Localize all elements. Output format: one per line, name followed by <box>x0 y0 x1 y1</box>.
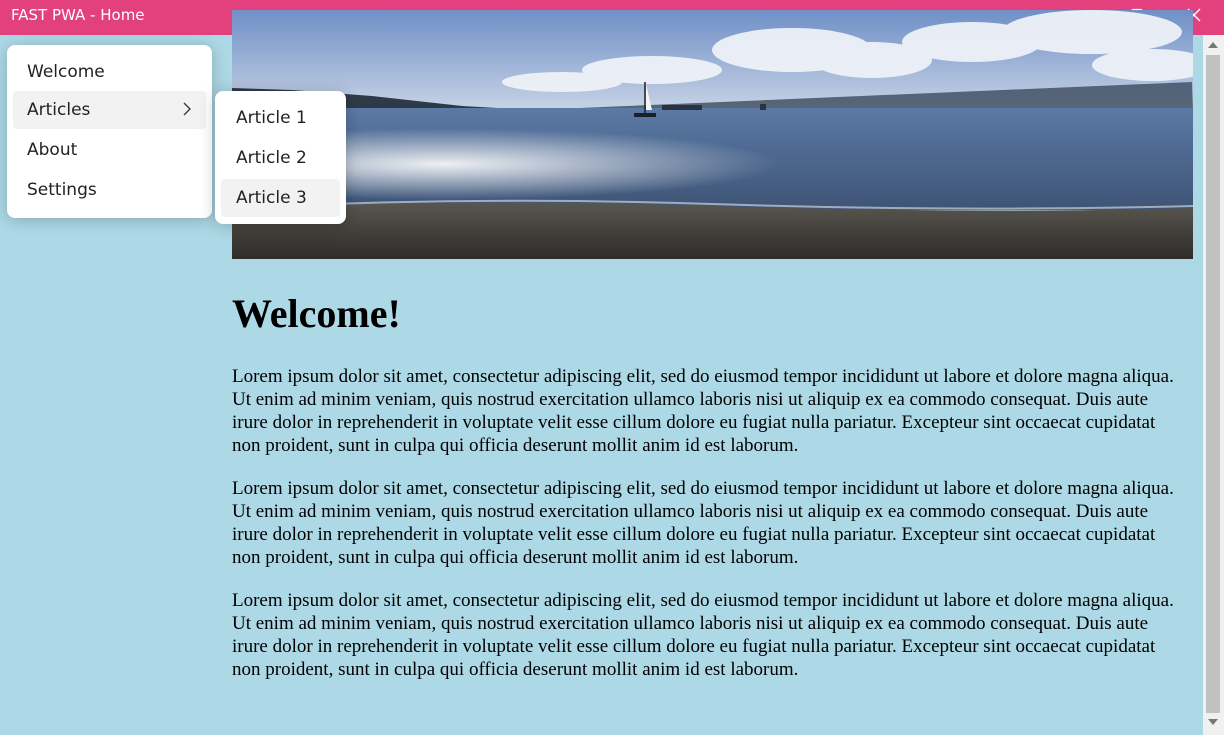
menu-item-label: Articles <box>27 100 91 120</box>
scrollbar-thumb[interactable] <box>1206 55 1220 713</box>
scroll-up-arrow-icon[interactable] <box>1208 42 1218 48</box>
submenu-item-label: Article 2 <box>236 148 307 168</box>
body-paragraph: Lorem ipsum dolor sit amet, consectetur … <box>232 366 1174 456</box>
submenu-item-article-2[interactable]: Article 2 <box>221 139 340 177</box>
menu-item-articles[interactable]: Articles <box>13 91 206 129</box>
navigation-menu: Welcome Articles About Settings <box>7 45 212 218</box>
body-paragraph: Lorem ipsum dolor sit amet, consectetur … <box>232 478 1174 568</box>
scroll-down-arrow-icon[interactable] <box>1208 719 1218 725</box>
submenu-item-article-3[interactable]: Article 3 <box>221 179 340 217</box>
submenu-item-label: Article 1 <box>236 108 307 128</box>
window-title: FAST PWA - Home <box>11 6 145 24</box>
submenu-item-article-1[interactable]: Article 1 <box>221 99 340 137</box>
menu-item-label: About <box>27 140 78 160</box>
menu-item-settings[interactable]: Settings <box>13 171 206 209</box>
menu-item-label: Settings <box>27 180 97 200</box>
vertical-scrollbar[interactable] <box>1203 35 1224 735</box>
submenu-item-label: Article 3 <box>236 188 307 208</box>
menu-item-label: Welcome <box>27 62 105 82</box>
chevron-right-icon <box>183 102 191 116</box>
menu-item-about[interactable]: About <box>13 131 206 169</box>
articles-submenu: Article 1 Article 2 Article 3 <box>215 91 346 224</box>
body-paragraph: Lorem ipsum dolor sit amet, consectetur … <box>232 590 1174 680</box>
menu-item-welcome[interactable]: Welcome <box>13 53 206 91</box>
page-heading: Welcome! <box>232 291 401 336</box>
hero-image <box>232 10 1193 259</box>
